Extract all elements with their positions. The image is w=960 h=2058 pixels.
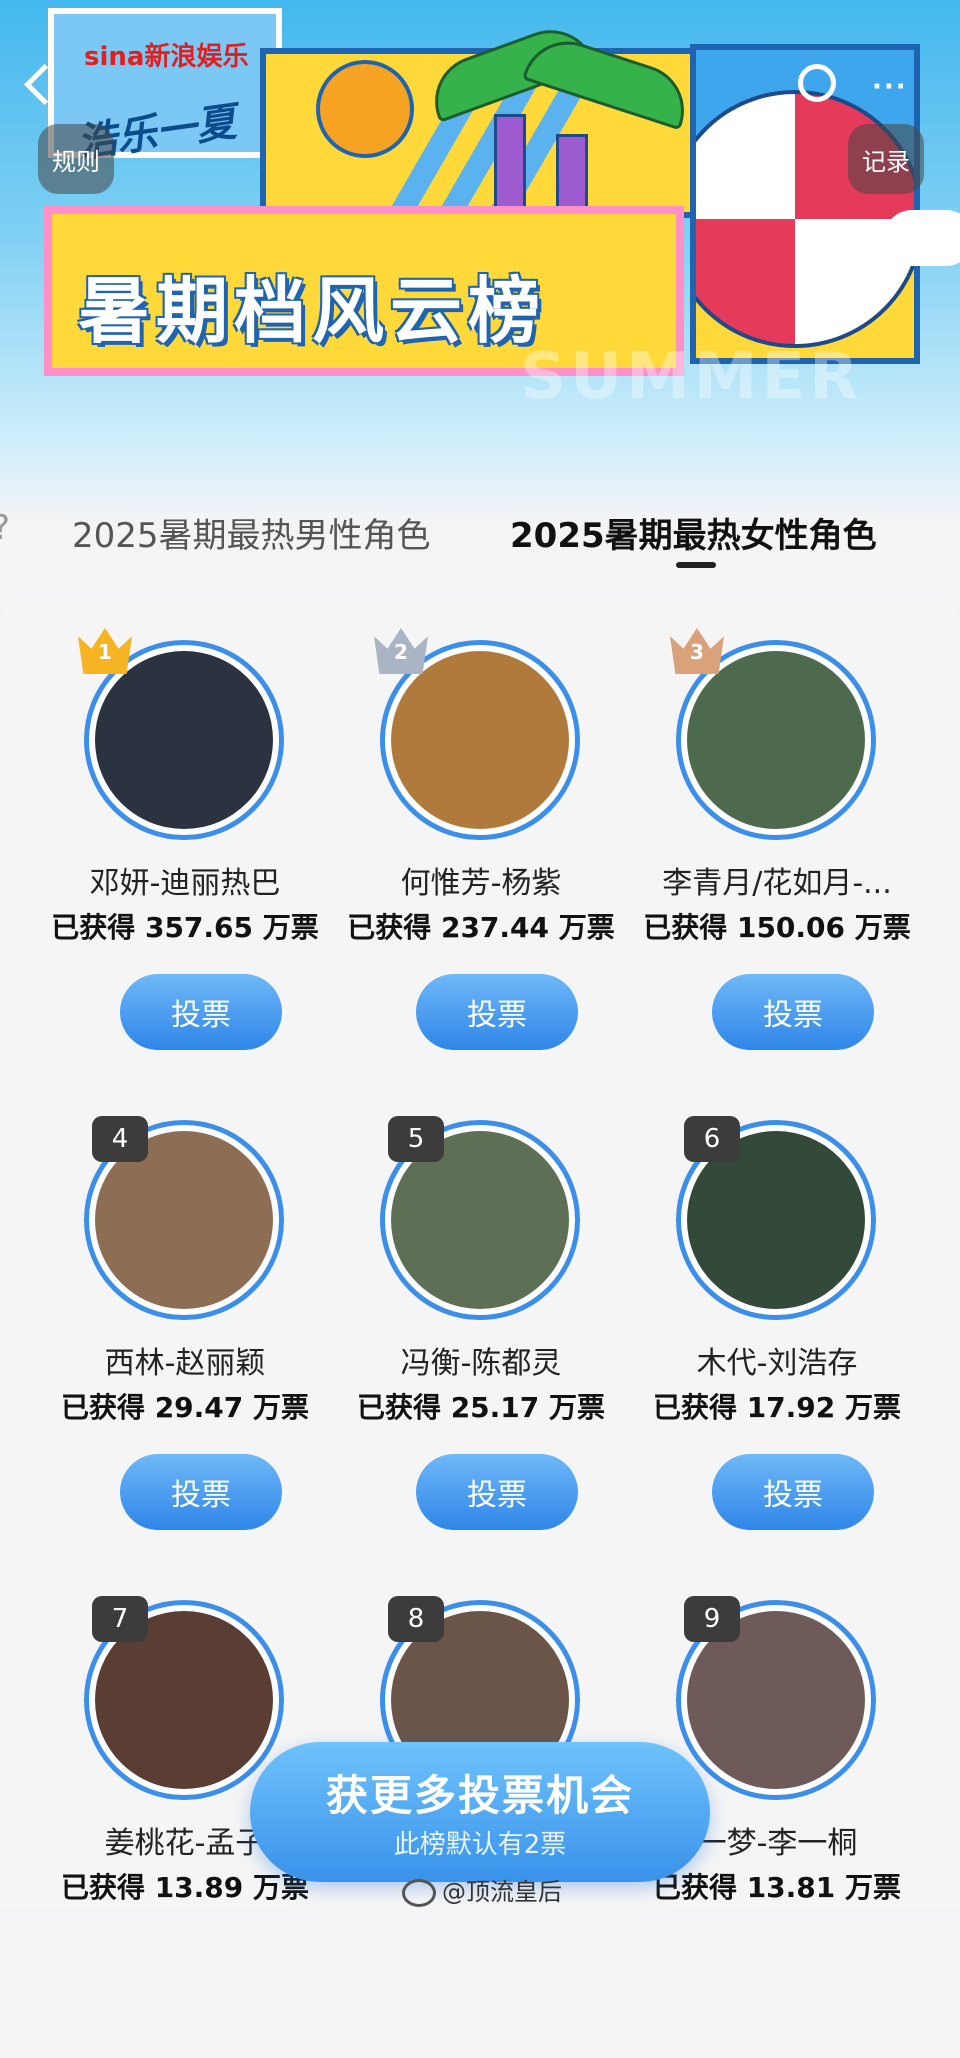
side-handle[interactable] (884, 210, 960, 266)
rules-button[interactable]: 规则 (38, 124, 114, 194)
logo-text: sina新浪娱乐 (84, 42, 249, 72)
role-name: 何惟芳-杨紫 (400, 866, 562, 901)
record-button[interactable]: 记录 (848, 124, 924, 194)
role-name: 西林-赵丽颖 (104, 1346, 266, 1381)
role-name: 冯衡-陈都灵 (400, 1346, 562, 1381)
rank-item: 4 西林-赵丽颖 已获得 29.47 万票 投票 (20, 1098, 320, 1578)
more-votes-button[interactable]: 获更多投票机会 此榜默认有2票 (250, 1742, 710, 1882)
weibo-watermark: @顶流皇后 (402, 1872, 562, 1907)
rank-badge: 8 (388, 1596, 444, 1642)
rank-item: 5 冯衡-陈都灵 已获得 25.17 万票 投票 (316, 1098, 616, 1578)
sun-icon (316, 60, 414, 158)
vote-count: 已获得 25.17 万票 (356, 1391, 606, 1424)
vote-count: 已获得 357.65 万票 (51, 911, 319, 944)
page-title: 暑期档风云榜 (78, 269, 547, 353)
rank-badge: 9 (684, 1596, 740, 1642)
vote-button[interactable]: 投票 (120, 1454, 282, 1530)
vote-count: 已获得 29.47 万票 (60, 1391, 310, 1424)
banner: sina新浪娱乐 浩乐一夏 暑期档风云榜 SUMMER ··· 规则 记录 (0, 0, 960, 520)
more-icon[interactable]: ··· (872, 72, 908, 102)
rank-badge-silver: 2 (374, 628, 428, 680)
rank-item: 6 木代-刘浩存 已获得 17.92 万票 投票 (612, 1098, 912, 1578)
summer-watermark: SUMMER (520, 340, 863, 414)
vote-button[interactable]: 投票 (416, 1454, 578, 1530)
vote-button[interactable]: 投票 (416, 974, 578, 1050)
vote-button[interactable]: 投票 (120, 974, 282, 1050)
tab-active-indicator (676, 562, 716, 568)
rank-badge: 6 (684, 1116, 740, 1162)
rank-item: 2 何惟芳-杨紫 已获得 237.44 万票 投票 (316, 618, 616, 1098)
sun-card (260, 17, 700, 274)
rank-badge: 5 (388, 1116, 444, 1162)
more-votes-subtitle: 此榜默认有2票 (393, 1830, 567, 1860)
tab-female-roles[interactable]: 2025暑期最热女性角色 (510, 508, 877, 557)
role-name: 李青月/花如月-... (662, 866, 892, 901)
tab-male-roles[interactable]: 2025暑期最热男性角色 (72, 508, 431, 557)
vote-button[interactable]: 投票 (712, 1454, 874, 1530)
rank-item: 3 李青月/花如月-... 已获得 150.06 万票 投票 (612, 618, 912, 1098)
rank-badge-bronze: 3 (670, 628, 724, 680)
rank-badge: 4 (92, 1116, 148, 1162)
role-name: 邓妍-迪丽热巴 (89, 866, 281, 901)
weibo-icon (402, 1879, 436, 1907)
tab-hidden-fragment[interactable]: ? (0, 508, 10, 548)
vote-count: 已获得 150.06 万票 (643, 911, 911, 944)
more-votes-title: 获更多投票机会 (325, 1771, 634, 1820)
ranking-panel: 1 邓妍-迪丽热巴 已获得 357.65 万票 投票 2 何惟芳-杨紫 已获得 … (0, 598, 960, 1910)
rank-badge: 7 (92, 1596, 148, 1642)
vote-button[interactable]: 投票 (712, 974, 874, 1050)
category-tabs: ? 2025暑期最热男性角色 2025暑期最热女性角色 (0, 500, 960, 590)
role-name: 木代-刘浩存 (696, 1346, 858, 1381)
search-icon[interactable] (798, 64, 836, 102)
rank-item: 1 邓妍-迪丽热巴 已获得 357.65 万票 投票 (20, 618, 320, 1098)
watermark-text: @顶流皇后 (442, 1878, 562, 1906)
rank-badge-gold: 1 (78, 628, 132, 680)
vote-count: 已获得 17.92 万票 (652, 1391, 902, 1424)
vote-count: 已获得 237.44 万票 (347, 911, 615, 944)
